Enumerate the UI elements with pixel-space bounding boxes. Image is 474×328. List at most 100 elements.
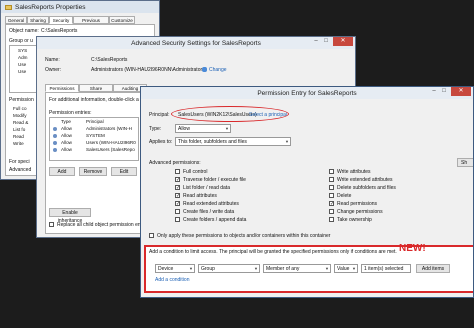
perm-checkbox-write-attributes[interactable] <box>329 169 334 174</box>
add-button[interactable]: Add <box>49 167 75 176</box>
owner-label: Owner: <box>45 67 62 73</box>
folder-icon <box>5 4 12 10</box>
user-icon <box>53 141 57 145</box>
tab-general[interactable]: General <box>5 16 27 24</box>
perm-checkbox-change-permissions[interactable] <box>329 209 334 214</box>
enable-inheritance-button[interactable]: Enable inheritance <box>49 208 91 224</box>
perm-label: Read permissions <box>337 201 378 207</box>
maximize-button[interactable]: □ <box>439 87 449 96</box>
change-owner-link[interactable]: Change <box>209 67 227 73</box>
cond-device-select[interactable]: Device ▼ <box>155 264 195 273</box>
entry-principal[interactable]: Users (WIN-HAU2I96R0 <box>86 140 136 146</box>
perm-checkbox-take-ownership[interactable] <box>329 217 334 222</box>
only-apply-checkbox[interactable] <box>149 233 154 238</box>
tab-share[interactable]: Share <box>79 84 113 92</box>
entry-type[interactable]: Allow <box>61 126 72 132</box>
perm-checkbox-read-attributes[interactable]: ✓ <box>175 193 180 199</box>
advanced-title: Advanced Security Settings for SalesRepo… <box>131 39 261 47</box>
applies-select[interactable]: This folder, subfolders and files ▼ <box>175 137 291 146</box>
perm-checkbox-create-folders[interactable] <box>175 217 180 222</box>
type-select[interactable]: Allow ▼ <box>175 124 231 133</box>
perm-checkbox-list-folder[interactable]: ✓ <box>175 185 180 191</box>
properties-title: SalesReports Properties <box>15 3 86 11</box>
perm-checkbox-traverse[interactable]: ✓ <box>175 177 180 183</box>
entry-principal[interactable]: SalesUsers (SalesRepo <box>86 147 135 153</box>
entries-label: Permission entries: <box>49 110 92 116</box>
properties-titlebar: SalesReports Properties <box>1 1 159 13</box>
type-value: Allow <box>178 126 190 132</box>
add-condition-link[interactable]: Add a condition <box>155 277 189 283</box>
perm-checkbox-delete-subfolders[interactable] <box>329 185 334 190</box>
advanced-titlebar: Advanced Security Settings for SalesRepo… <box>37 37 355 49</box>
cond-group-value: Group <box>201 266 215 272</box>
entries-list: Type Principal Allow Administrators (WIN… <box>49 117 139 161</box>
tab-permissions[interactable]: Permissions <box>45 84 79 92</box>
entry-title: Permission Entry for SalesReports <box>257 89 357 97</box>
cond-device-value: Device <box>158 266 174 272</box>
col-principal-header: Principal <box>86 119 104 124</box>
cond-operator-value: Member of any <box>266 266 300 272</box>
perm-label: Delete subfolders and files <box>337 185 396 191</box>
cond-items-field[interactable]: 1 item(s) selected <box>361 264 411 273</box>
entry-principal[interactable]: SYSTEM <box>86 133 105 139</box>
perm-checkbox-read-permissions[interactable]: ✓ <box>329 201 334 207</box>
chevron-down-icon: ▼ <box>225 126 229 131</box>
perm-label: Read attributes <box>183 193 217 199</box>
advanced-label[interactable]: Advanced <box>9 167 31 173</box>
col-type-header: Type <box>61 119 71 124</box>
close-button[interactable]: ✕ <box>333 37 353 46</box>
object-name-label: Object name: <box>9 28 39 34</box>
perm-label: Take ownership <box>337 217 372 223</box>
perm-item: Read <box>13 134 24 139</box>
entry-type[interactable]: Allow <box>61 147 72 153</box>
perm-label: Full control <box>183 169 208 175</box>
edit-button[interactable]: Edit <box>111 167 137 176</box>
tab-previous-versions[interactable]: Previous Versions <box>73 16 109 30</box>
perm-label: Traverse folder / execute file <box>183 177 246 183</box>
applies-label: Applies to: <box>149 139 173 145</box>
name-value: C:\SalesReports <box>91 57 128 63</box>
entry-principal[interactable]: Administrators (WIN-H <box>86 126 132 132</box>
perm-checkbox-write-extended[interactable] <box>329 177 334 182</box>
cond-group-select[interactable]: Group ▼ <box>198 264 260 273</box>
tab-security[interactable]: Security <box>49 16 73 24</box>
minimize-button[interactable]: – <box>311 37 321 46</box>
add-items-button[interactable]: Add items <box>416 264 450 273</box>
perm-label: Read extended attributes <box>183 201 239 207</box>
group-item[interactable]: Use <box>18 69 26 75</box>
tab-customize[interactable]: Customize <box>109 16 135 24</box>
group-item[interactable]: Adm <box>18 55 27 61</box>
perm-checkbox-read-extended[interactable]: ✓ <box>175 201 180 207</box>
entry-titlebar: Permission Entry for SalesReports – □ ✕ <box>141 87 473 99</box>
perm-checkbox-delete[interactable] <box>329 193 334 198</box>
minimize-button[interactable]: – <box>429 87 439 96</box>
perm-checkbox-full-control[interactable] <box>175 169 180 174</box>
close-button[interactable]: ✕ <box>451 87 471 96</box>
perm-item: Full co <box>13 106 27 111</box>
remove-button[interactable]: Remove <box>79 167 107 176</box>
group-item[interactable]: Use <box>18 62 26 68</box>
desktop: { "props": { "title": "SalesReports Prop… <box>0 0 474 328</box>
tab-sharing[interactable]: Sharing <box>27 16 49 24</box>
permission-entry-window: Permission Entry for SalesReports – □ ✕ … <box>140 86 474 298</box>
chevron-down-icon: ▼ <box>254 266 258 271</box>
only-apply-label: Only apply these permissions to objects … <box>157 233 331 239</box>
show-basic-button[interactable]: Sh <box>457 158 473 167</box>
perm-list: Full co Modify Read & List fo Read Write <box>9 104 37 154</box>
chevron-down-icon: ▼ <box>189 266 193 271</box>
owner-value: Administrators (WIN-HAU2I96R0NN\Administ… <box>91 67 207 73</box>
maximize-button[interactable]: □ <box>321 37 331 46</box>
entry-type[interactable]: Allow <box>61 133 72 139</box>
group-item[interactable]: SYS <box>18 48 27 54</box>
perm-checkbox-create-files[interactable] <box>175 209 180 214</box>
replace-checkbox[interactable] <box>49 222 54 227</box>
special-perms-label: For speci <box>9 159 30 165</box>
cond-value-select[interactable]: Value ▼ <box>334 264 358 273</box>
applies-value: This folder, subfolders and files <box>178 139 247 145</box>
user-icon <box>53 148 57 152</box>
cond-operator-select[interactable]: Member of any ▼ <box>263 264 331 273</box>
type-label: Type: <box>149 126 162 132</box>
principal-label: Principal: <box>149 112 170 118</box>
group-label: Group or u <box>9 38 33 44</box>
entry-type[interactable]: Allow <box>61 140 72 146</box>
